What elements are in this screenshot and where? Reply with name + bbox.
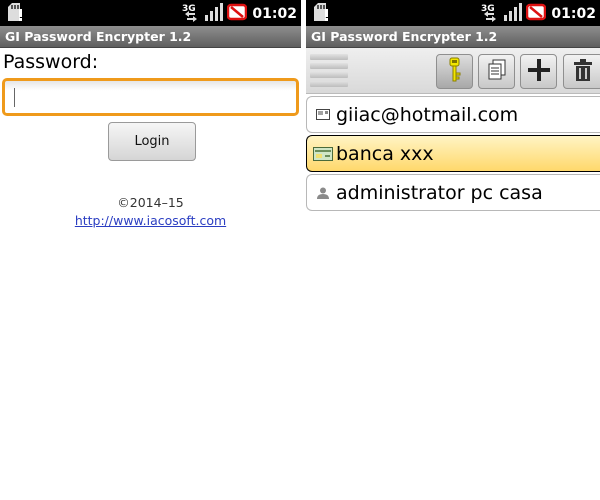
delete-button[interactable] (563, 54, 600, 89)
user-icon (313, 185, 333, 201)
toolbar (306, 48, 600, 94)
app-title: GI Password Encrypter 1.2 (306, 26, 600, 48)
3g-data-icon: 3G (480, 2, 501, 26)
password-input[interactable] (2, 78, 299, 116)
copy-document-icon (487, 59, 507, 85)
blocked-icon (227, 2, 248, 26)
signal-strength-icon (503, 2, 523, 26)
email-card-icon (313, 107, 333, 123)
website-link[interactable]: http://www.iacosoft.com (0, 213, 301, 228)
login-screen: 3G 01:02 GI Password Encrypter 1.2 Passw… (0, 0, 301, 500)
add-icon (527, 58, 550, 85)
entries-list: giiac@hotmail.com banca xxx administrato… (306, 96, 600, 213)
sd-card-warning-icon (6, 3, 24, 27)
copy-button[interactable] (478, 54, 515, 89)
sd-card-warning-icon (312, 3, 330, 27)
status-bar: 3G 01:02 (306, 0, 600, 26)
list-item[interactable]: giiac@hotmail.com (306, 96, 600, 133)
add-button[interactable] (520, 54, 557, 89)
login-button[interactable]: Login (108, 122, 196, 161)
screenshot: 3G 01:02 GI Password Encrypter 1.2 Passw… (0, 0, 600, 500)
list-item[interactable]: administrator pc casa (306, 174, 600, 211)
trash-icon (573, 58, 593, 85)
key-button[interactable] (436, 54, 473, 89)
menu-icon[interactable] (310, 54, 348, 88)
entry-label: giiac@hotmail.com (336, 103, 519, 126)
key-icon (447, 57, 463, 87)
3g-data-icon: 3G (181, 2, 202, 26)
entry-label: administrator pc casa (336, 181, 543, 204)
list-item-selected[interactable]: banca xxx (306, 135, 600, 172)
bank-card-icon (313, 146, 333, 162)
entry-label: banca xxx (336, 142, 434, 165)
copyright-text: ©2014–15 (117, 195, 184, 210)
clock: 01:02 (252, 6, 297, 22)
signal-strength-icon (204, 2, 224, 26)
text-caret (14, 88, 15, 107)
entries-screen: 3G 01:02 GI Password Encrypter 1.2 giiac… (306, 0, 600, 500)
clock: 01:02 (551, 6, 596, 22)
status-bar: 3G 01:02 (0, 0, 301, 26)
app-title: GI Password Encrypter 1.2 (0, 26, 301, 48)
blocked-icon (526, 2, 547, 26)
password-label: Password: (3, 51, 99, 73)
